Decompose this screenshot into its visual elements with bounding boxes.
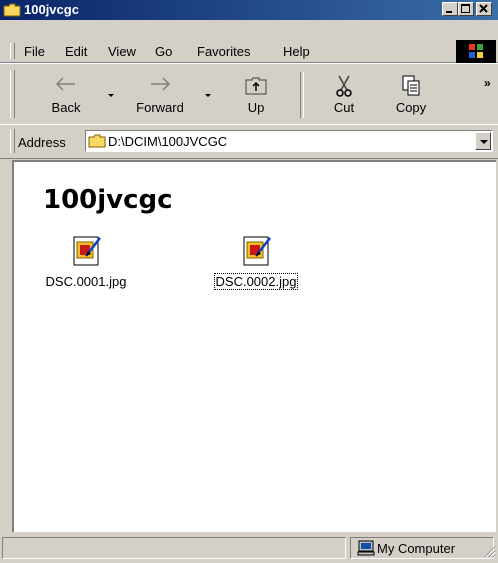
menu-grip[interactable] [10,43,15,59]
file-item[interactable]: DSC.0001.jpg [26,232,146,296]
maximize-button[interactable] [458,2,474,16]
address-bar: Address D:\DCIM\100JVCGC [0,124,498,159]
status-bar: My Computer [0,535,498,563]
menu-view[interactable]: View [108,44,136,59]
address-value: D:\DCIM\100JVCGC [108,134,228,149]
forward-button[interactable]: Forward [130,70,190,122]
zone-label: My Computer [377,541,456,556]
minimize-button[interactable] [442,2,458,16]
file-name: DSC.0002.jpg [213,273,299,290]
status-text-panel [2,537,346,559]
address-label: Address [18,135,66,150]
jpeg-image-icon [68,232,104,273]
up-folder-icon [243,74,269,99]
forward-arrow-icon [147,74,173,97]
menu-edit[interactable]: Edit [65,44,87,59]
menu-help[interactable]: Help [283,44,310,59]
copy-button[interactable]: Copy [381,70,441,122]
my-computer-icon [357,540,375,559]
windows-flag-icon [469,44,483,58]
address-input[interactable]: D:\DCIM\100JVCGC [85,130,493,152]
menu-file[interactable]: File [24,44,45,59]
scissors-icon [333,74,355,101]
window-title: 100jvcgc [24,2,79,17]
explorer-window: 100jvcgc File Edit View Go Favorites Hel… [0,0,498,563]
file-list-pane[interactable]: 100jvcgc DSC.0001.jpg DSC.0002.jpg [12,160,496,532]
up-button[interactable]: Up [226,70,286,122]
windows-logo [456,40,496,63]
file-name: DSC.0001.jpg [45,274,127,289]
folder-heading: 100jvcgc [43,185,173,215]
cut-button[interactable]: Cut [314,70,374,122]
back-label: Back [51,100,81,115]
address-dropdown-button[interactable] [475,132,491,150]
back-button[interactable]: Back [36,70,96,122]
maximize-icon [461,4,470,13]
folder-icon [88,134,106,151]
standard-toolbar: Back Forward Up Cut Copy » [0,63,498,125]
address-grip[interactable] [10,129,15,153]
up-label: Up [247,100,265,115]
back-arrow-icon [53,74,79,97]
forward-dropdown-icon[interactable] [205,94,211,97]
file-item[interactable]: DSC.0002.jpg [196,232,316,296]
toolbar-separator [300,72,304,118]
chevron-down-icon [480,140,488,144]
cut-label: Cut [333,100,355,115]
menu-favorites[interactable]: Favorites [197,44,250,59]
minimize-icon [446,11,452,13]
toolbar-chevron-icon[interactable]: » [484,76,491,90]
forward-label: Forward [136,100,184,115]
title-bar[interactable]: 100jvcgc [0,0,498,20]
copy-label: Copy [395,100,427,115]
status-zone-panel: My Computer [350,537,494,559]
toolbar-grip[interactable] [10,70,15,118]
close-button[interactable] [476,2,492,16]
back-dropdown-icon[interactable] [108,94,114,97]
resize-grip-icon[interactable] [482,544,496,561]
menu-go[interactable]: Go [155,44,172,59]
menu-bar: File Edit View Go Favorites Help [0,40,498,63]
jpeg-image-icon [238,232,274,273]
close-icon [479,4,488,13]
copy-icon [400,74,422,101]
folder-icon [3,3,21,20]
